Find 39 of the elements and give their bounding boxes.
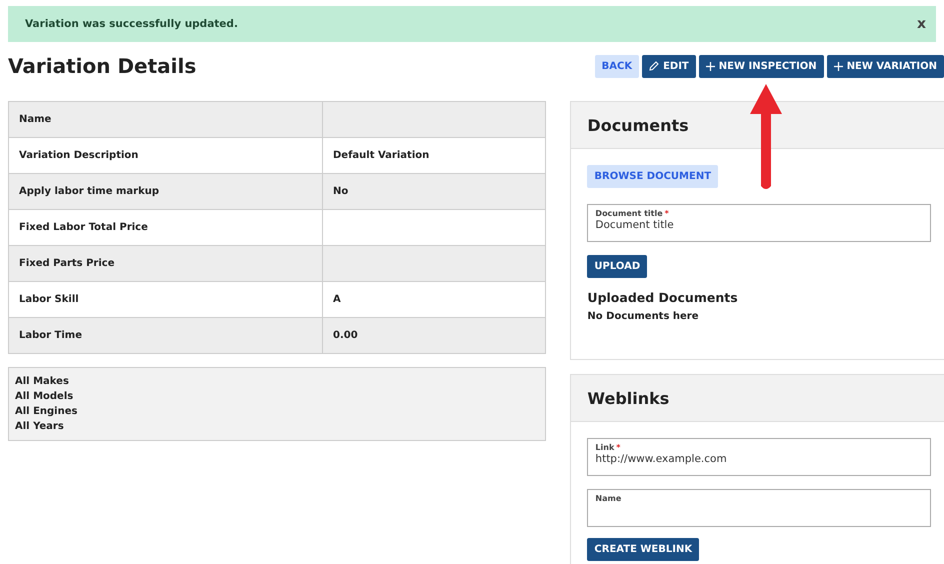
browse-button[interactable]: BROWSE DOCUMENT bbox=[587, 165, 718, 188]
input-field[interactable]: Document title * Document title bbox=[587, 204, 932, 242]
section-heading: Uploaded Documents bbox=[587, 290, 738, 305]
plus-icon bbox=[834, 62, 843, 70]
upload-button[interactable]: UPLOAD bbox=[587, 255, 648, 278]
field-label: Document title bbox=[595, 209, 663, 218]
panel-title: Documents bbox=[587, 116, 689, 134]
create-weblink-button[interactable]: CREATE WEBLINK bbox=[587, 538, 700, 561]
close-button[interactable]: x bbox=[914, 16, 928, 32]
text-input[interactable]: http://www.example.com bbox=[595, 453, 924, 465]
plus-icon bbox=[706, 62, 715, 70]
action-button[interactable]: NEW INSPECTION bbox=[698, 54, 824, 78]
empty-text: No Documents here bbox=[587, 311, 699, 322]
table-cell-text: Variation Description bbox=[18, 149, 140, 163]
field-label: Name bbox=[595, 494, 622, 503]
applicability-text: All Makes bbox=[15, 375, 70, 388]
action-button[interactable]: BACK bbox=[594, 54, 640, 78]
page-title: Variation Details bbox=[8, 54, 196, 78]
action-button[interactable]: NEW VARIATION bbox=[826, 54, 944, 78]
applicability-text: All Models bbox=[15, 390, 74, 403]
table-cell-text: Labor Skill bbox=[18, 293, 80, 307]
applicability-text: All Engines bbox=[15, 405, 78, 418]
input-field[interactable]: Name bbox=[587, 489, 932, 527]
panel-title: Weblinks bbox=[587, 388, 670, 408]
required-mark: * bbox=[664, 209, 669, 218]
alert-message: Variation was successfully updated. bbox=[25, 18, 238, 30]
applicability-text: All Years bbox=[15, 420, 65, 433]
pencil-icon bbox=[649, 61, 660, 71]
table-cell: 0.00 bbox=[322, 318, 546, 353]
text-input[interactable]: Document title bbox=[595, 219, 924, 231]
input-field[interactable]: Link * http://www.example.com bbox=[587, 438, 932, 476]
table-cell-text: Fixed Labor Total Price bbox=[18, 221, 149, 235]
table-cell-text: Name bbox=[18, 113, 52, 127]
table-cell-text: Apply labor time markup bbox=[18, 185, 160, 199]
field-label: Link bbox=[595, 443, 614, 452]
action-button[interactable]: EDIT bbox=[642, 54, 696, 78]
table-cell-text: Fixed Parts Price bbox=[18, 257, 116, 271]
table-cell-text: Labor Time bbox=[18, 329, 84, 343]
required-mark: * bbox=[616, 443, 620, 452]
